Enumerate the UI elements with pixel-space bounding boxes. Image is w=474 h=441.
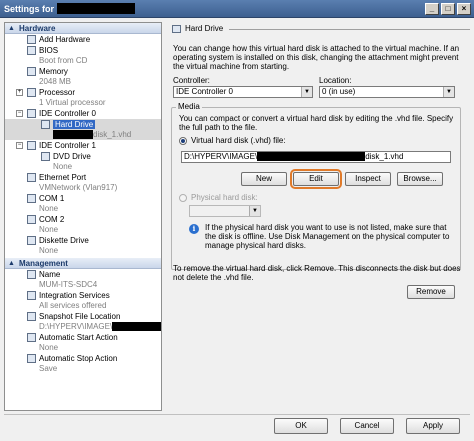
processor-icon <box>27 88 36 97</box>
tree-item-auto-start[interactable]: Automatic Start Action <box>5 332 161 343</box>
footer-divider <box>4 414 470 415</box>
tree-sub-bios: Boot from CD <box>39 56 88 65</box>
expand-icon[interactable]: + <box>16 89 23 96</box>
tree-item-dvd-drive[interactable]: DVD Drive <box>5 151 161 162</box>
tree-item-memory[interactable]: Memory <box>5 66 161 77</box>
snapshot-icon <box>27 312 36 321</box>
tree-sub-memory: 2048 MB <box>39 77 72 86</box>
ide-controller-icon <box>27 141 36 150</box>
physical-disk-radio[interactable] <box>179 194 187 202</box>
controller-select[interactable]: IDE Controller 0 ▼ <box>173 86 313 98</box>
tree-sub-ethernet: VMNetwork (Vlan917) <box>39 183 118 192</box>
remove-button[interactable]: Remove <box>407 285 455 299</box>
vhd-radio-label: Virtual hard disk (.vhd) file: <box>191 136 286 145</box>
com-port-icon <box>27 215 36 224</box>
redacted-path <box>112 322 161 331</box>
tree-item-integration[interactable]: Integration Services <box>5 290 161 301</box>
collapse-node-icon[interactable]: − <box>16 142 23 149</box>
hard-drive-icon <box>172 25 181 33</box>
management-section-header[interactable]: ▲ Management <box>5 258 161 269</box>
network-icon <box>27 173 36 182</box>
info-icon: i <box>189 224 199 234</box>
inspect-button[interactable]: Inspect <box>345 172 391 186</box>
chevron-down-icon: ▼ <box>301 87 312 97</box>
tree-sub-auto-start: None <box>39 343 59 352</box>
hardware-section-header[interactable]: ▲ Hardware <box>5 23 161 34</box>
tree-item-processor[interactable]: + Processor <box>5 87 161 98</box>
location-label: Location: <box>319 76 352 85</box>
collapse-icon: ▲ <box>8 25 15 32</box>
panel-header: Hard Drive <box>169 22 470 36</box>
com-port-icon <box>27 194 36 203</box>
tree-item-com1[interactable]: COM 1 <box>5 193 161 204</box>
vhd-path-input[interactable]: D:\HYPERV\IMAGE\ disk_1.vhd <box>181 151 451 163</box>
physical-disk-info: If the physical hard disk you want to us… <box>205 223 450 250</box>
ok-button[interactable]: OK <box>274 418 328 434</box>
tree-item-name[interactable]: Name <box>5 269 161 280</box>
tree-sub-snapshot: D:\HYPERV\IMAGE\ <box>5 322 161 332</box>
tree-item-add-hardware[interactable]: Add Hardware <box>5 34 161 45</box>
header-divider <box>229 29 470 30</box>
auto-stop-icon <box>27 354 36 363</box>
panel-title: Hard Drive <box>185 24 224 33</box>
tree-sub-diskette: None <box>39 246 59 255</box>
hard-drive-icon <box>41 120 50 129</box>
redacted-path <box>257 152 366 161</box>
close-button[interactable]: × <box>457 3 471 15</box>
media-description: You can compact or convert a virtual har… <box>179 114 454 132</box>
tree-item-diskette[interactable]: Diskette Drive <box>5 235 161 246</box>
collapse-icon: ▲ <box>8 260 15 267</box>
tree-item-auto-stop[interactable]: Automatic Stop Action <box>5 353 161 364</box>
tree-sub-name: MUM-ITS-SDC4 <box>39 280 98 289</box>
redacted-path <box>53 130 93 139</box>
cancel-button[interactable]: Cancel <box>340 418 394 434</box>
location-select[interactable]: 0 (in use) ▼ <box>319 86 455 98</box>
physical-disk-select[interactable]: ▼ <box>189 205 261 217</box>
new-button[interactable]: New <box>241 172 287 186</box>
minimize-button[interactable]: _ <box>425 3 439 15</box>
tree-sub-hard-drive: disk_1.vhd <box>5 130 161 140</box>
window-controls: _ □ × <box>425 3 471 15</box>
maximize-button[interactable]: □ <box>441 3 455 15</box>
redacted-vm-name <box>57 3 136 14</box>
tree-item-snapshot[interactable]: Snapshot File Location <box>5 311 161 322</box>
window-titlebar: Settings for _ □ × <box>0 0 474 18</box>
tree-sub-processor: 1 Virtual processor <box>39 98 106 107</box>
remove-description: To remove the virtual hard disk, click R… <box>173 264 461 282</box>
intro-text: You can change how this virtual hard dis… <box>173 44 460 71</box>
edit-button[interactable]: Edit <box>290 169 342 189</box>
auto-start-icon <box>27 333 36 342</box>
chevron-down-icon: ▼ <box>249 206 260 216</box>
tree-item-ide-controller-1[interactable]: − IDE Controller 1 <box>5 140 161 151</box>
apply-button[interactable]: Apply <box>406 418 460 434</box>
controller-label: Controller: <box>173 76 210 85</box>
settings-tree: ▲ Hardware Add Hardware BIOS Boot from C… <box>4 22 162 411</box>
tree-item-hard-drive[interactable]: Hard Drive <box>5 119 161 130</box>
bios-icon <box>27 46 36 55</box>
collapse-node-icon[interactable]: − <box>16 110 23 117</box>
diskette-icon <box>27 236 36 245</box>
ide-controller-icon <box>27 109 36 118</box>
tree-item-ethernet-port[interactable]: Ethernet Port <box>5 172 161 183</box>
name-icon <box>27 270 36 279</box>
browse-button[interactable]: Browse... <box>397 172 443 186</box>
tree-sub-com2: None <box>39 225 59 234</box>
media-group-label: Media <box>176 102 202 111</box>
integration-icon <box>27 291 36 300</box>
tree-sub-auto-stop: Save <box>39 364 58 373</box>
physical-disk-label: Physical hard disk: <box>191 193 258 202</box>
window-title: Settings for <box>4 4 55 14</box>
tree-item-ide-controller-0[interactable]: − IDE Controller 0 <box>5 108 161 119</box>
hard-drive-panel: Hard Drive You can change how this virtu… <box>169 22 470 411</box>
chevron-down-icon: ▼ <box>443 87 454 97</box>
tree-item-bios[interactable]: BIOS <box>5 45 161 56</box>
tree-sub-integration: All services offered <box>39 301 107 310</box>
tree-item-com2[interactable]: COM 2 <box>5 214 161 225</box>
tree-sub-dvd-drive: None <box>53 162 73 171</box>
memory-icon <box>27 67 36 76</box>
tree-sub-com1: None <box>39 204 59 213</box>
vhd-radio[interactable] <box>179 137 187 145</box>
dvd-drive-icon <box>41 152 50 161</box>
add-hardware-icon <box>27 35 36 44</box>
